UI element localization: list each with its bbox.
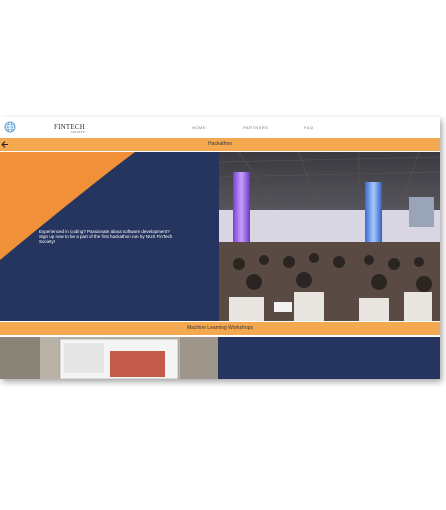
nav-link-home[interactable]: HOME	[192, 125, 206, 130]
hackathon-photo	[219, 152, 440, 321]
section-bar-ml: Machine Learning Workshops	[0, 322, 440, 335]
brand-logo[interactable]: FINTECH SOCIETY	[54, 123, 85, 134]
section-title-hackathon: Hackathon	[208, 141, 232, 147]
hackathon-panel: Experienced in coding? Passionate about …	[0, 152, 440, 321]
section-title-ml: Machine Learning Workshops	[186, 325, 254, 331]
site-frame: FINTECH SOCIETY HOME PARTNERS FAQ Hackat…	[0, 117, 440, 379]
arrow-left-icon[interactable]	[1, 140, 9, 149]
hackathon-description: Experienced in coding? Passionate about …	[39, 229, 173, 245]
nav-link-partners[interactable]: PARTNERS	[243, 125, 268, 130]
ml-panel	[0, 337, 440, 379]
ml-photo	[0, 337, 218, 379]
globe-logo-icon[interactable]	[2, 121, 18, 133]
section-bar-hackathon: Hackathon	[0, 138, 440, 151]
top-nav: FINTECH SOCIETY HOME PARTNERS FAQ	[0, 117, 440, 137]
nav-link-faq[interactable]: FAQ	[304, 125, 314, 130]
